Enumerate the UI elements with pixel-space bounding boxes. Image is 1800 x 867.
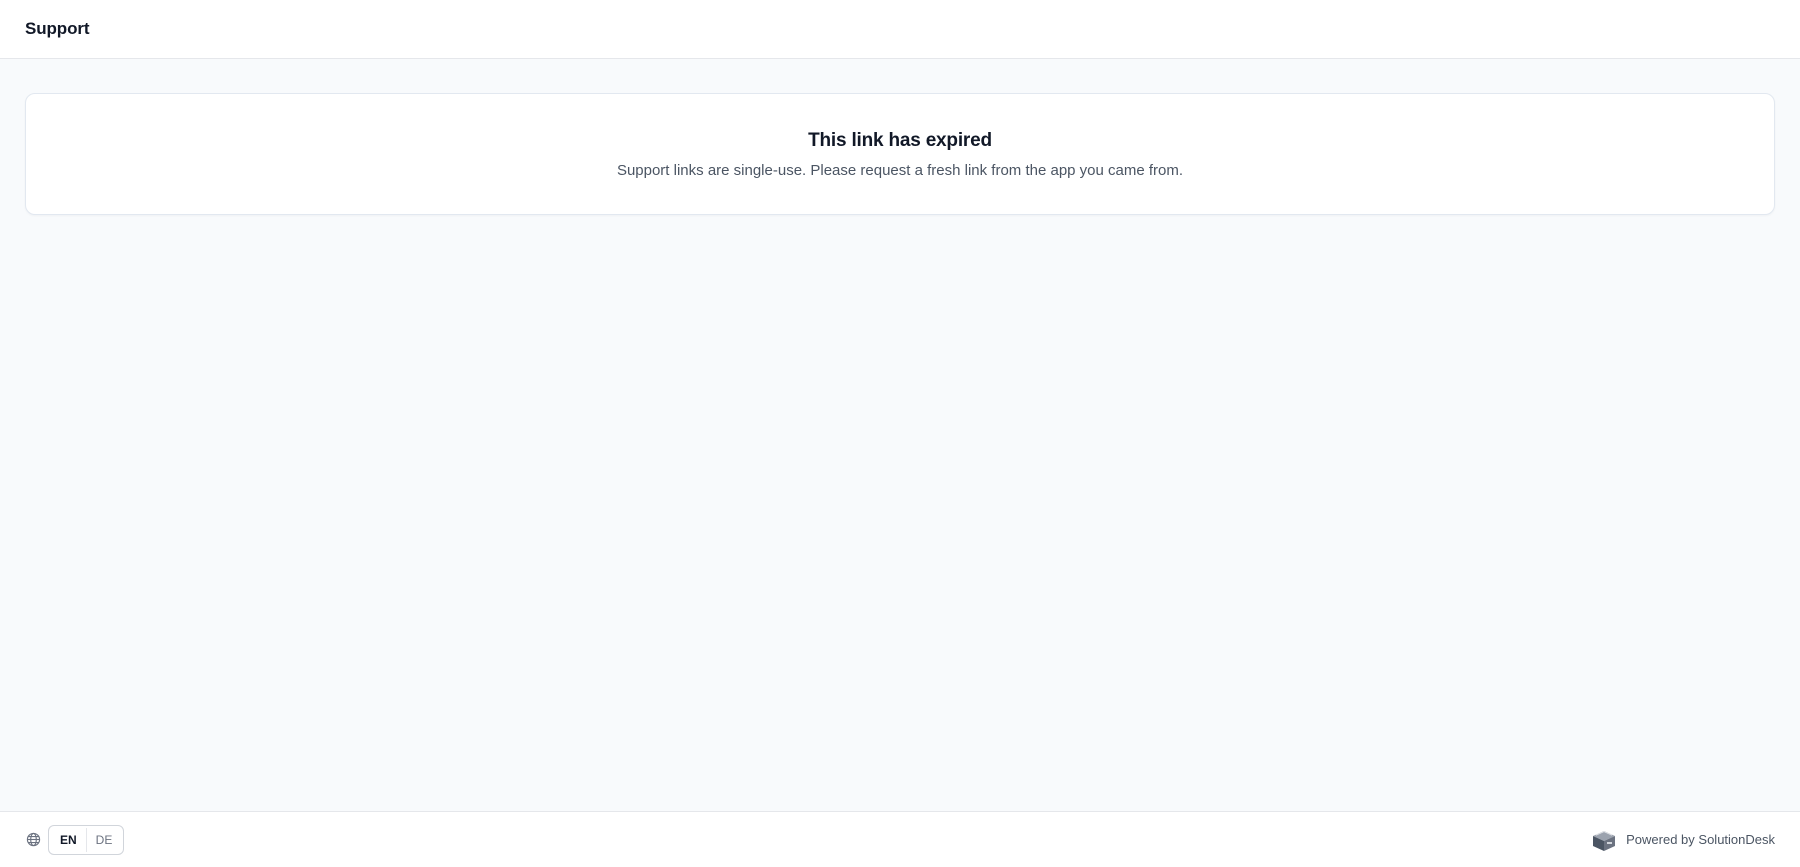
language-option-en[interactable]: EN <box>51 827 87 852</box>
footer: EN DE Powered by SolutionDesk <box>0 811 1800 867</box>
notice-title: This link has expired <box>808 129 992 151</box>
powered-by: Powered by SolutionDesk <box>1590 826 1775 854</box>
solutiondesk-logo-icon <box>1590 826 1618 854</box>
globe-icon <box>25 832 41 848</box>
language-option-de[interactable]: DE <box>87 828 122 852</box>
language-selector: EN DE <box>25 824 125 855</box>
language-switch: EN DE <box>48 824 125 855</box>
top-bar: Support <box>0 0 1800 59</box>
notice-message: Support links are single-use. Please req… <box>616 161 1184 179</box>
page-title: Support <box>25 19 90 38</box>
app-root: Support This link has expired Support li… <box>0 0 1800 867</box>
main-content: This link has expired Support links are … <box>0 59 1800 867</box>
expired-notice-card: This link has expired Support links are … <box>25 93 1775 215</box>
powered-by-text: Powered by SolutionDesk <box>1626 832 1775 847</box>
